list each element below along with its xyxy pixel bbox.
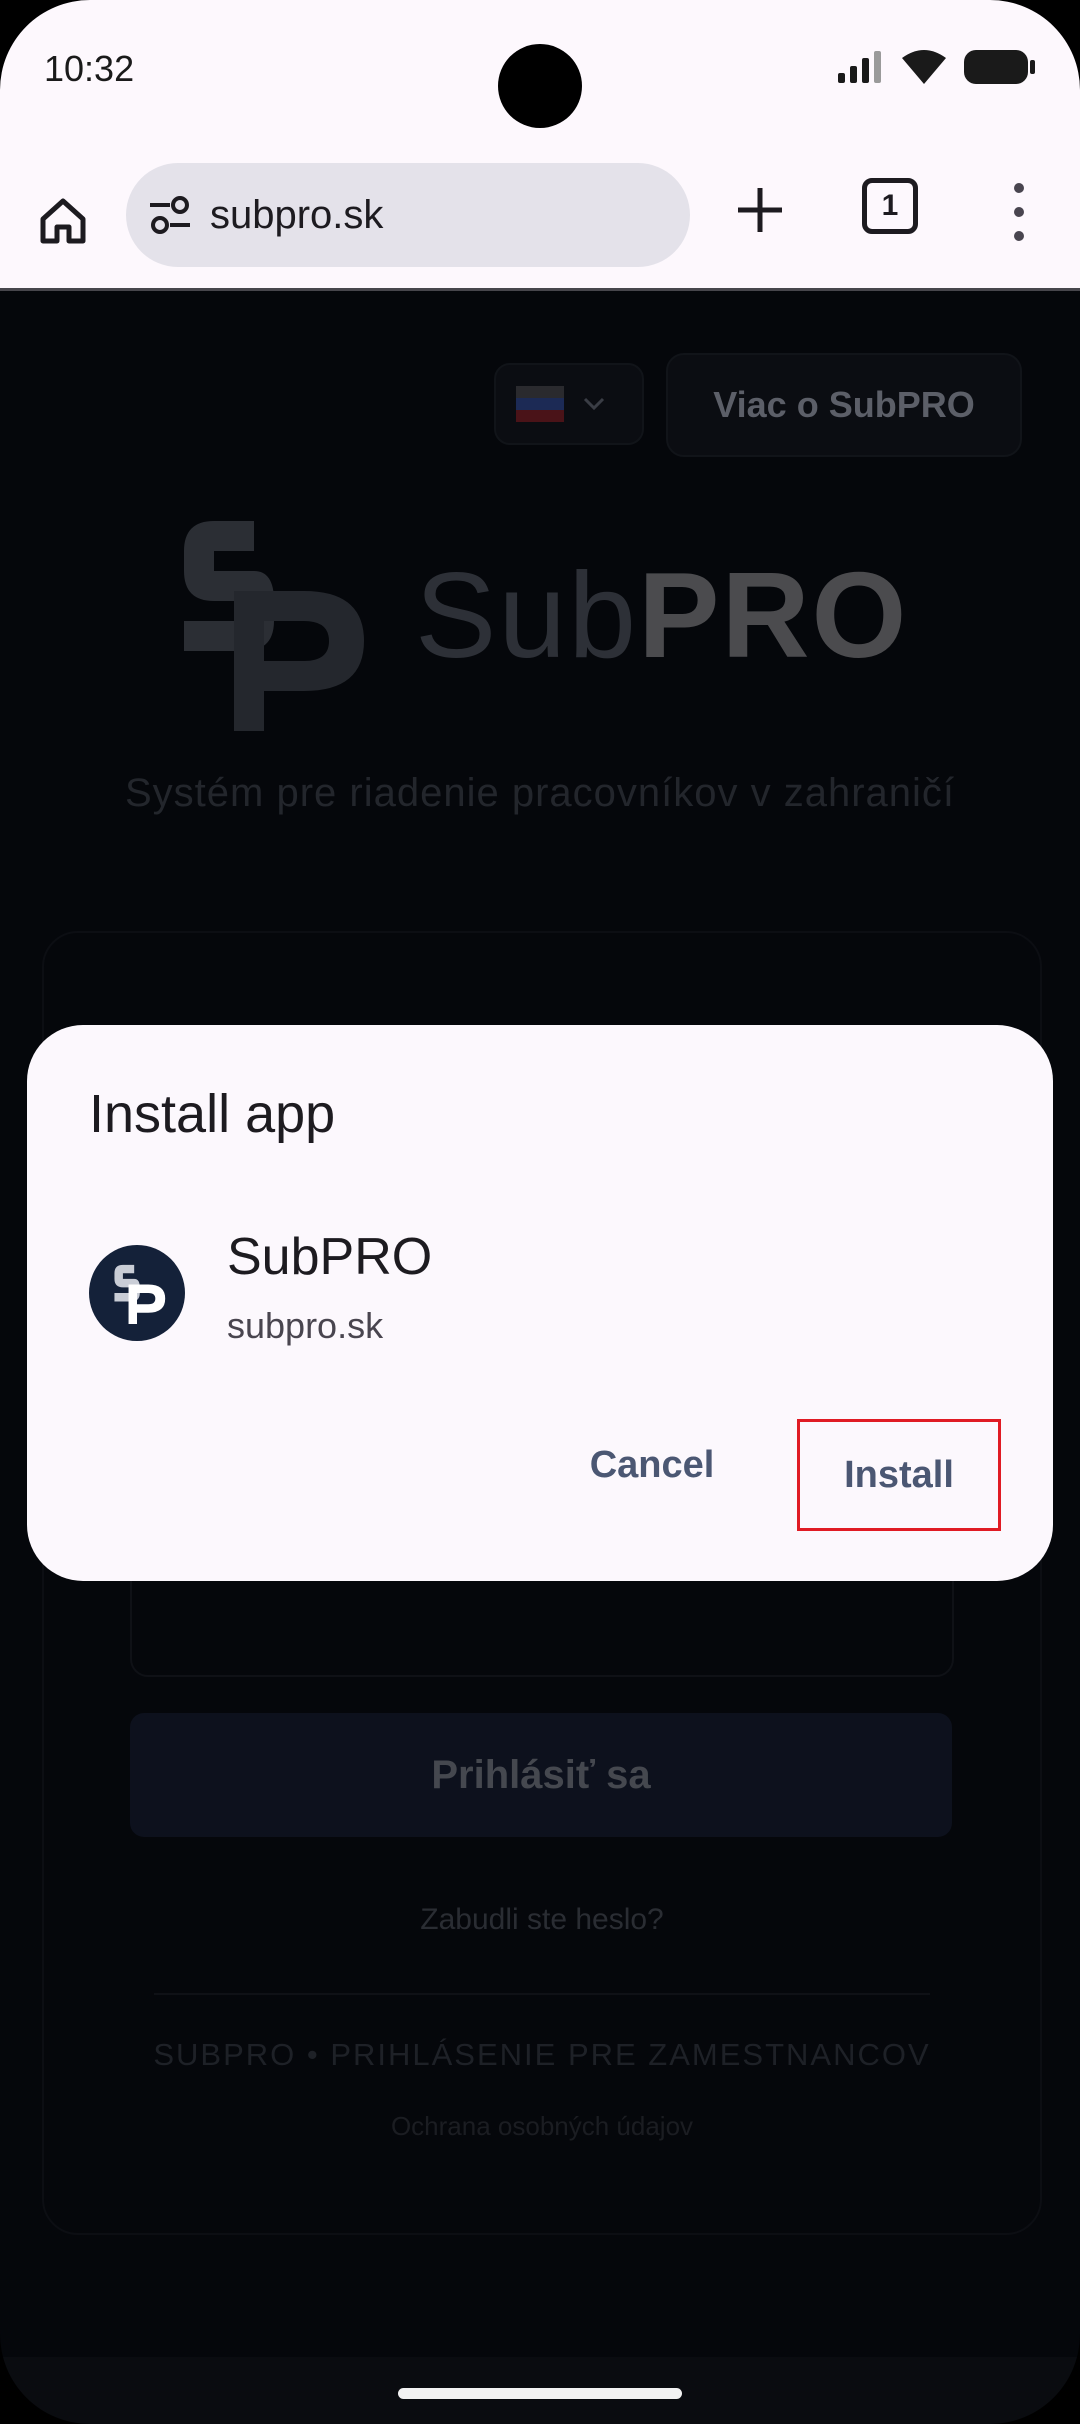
cancel-button[interactable]: Cancel: [547, 1425, 757, 1505]
dialog-title: Install app: [89, 1084, 336, 1144]
app-icon: [89, 1245, 185, 1341]
tagline: Systém pre riadenie pracovníkov v zahran…: [124, 771, 956, 815]
subpro-logo-icon: [184, 521, 364, 731]
gesture-handle[interactable]: [398, 2388, 682, 2399]
divider: [154, 1993, 930, 1995]
privacy-link[interactable]: Ochrana osobných údajov: [44, 2111, 1040, 2142]
url-text[interactable]: subpro.sk: [210, 193, 383, 238]
install-button[interactable]: Install: [797, 1419, 1001, 1531]
install-app-dialog: Install app SubPRO subpro.sk Cancel Inst…: [27, 1025, 1053, 1581]
status-bar: 10:32: [0, 0, 1080, 150]
home-button[interactable]: [30, 188, 96, 254]
new-tab-icon[interactable]: [730, 180, 790, 240]
overflow-menu-icon[interactable]: [1004, 180, 1034, 244]
app-url: subpro.sk: [227, 1305, 384, 1346]
battery-icon: [964, 50, 1035, 84]
site-settings-icon[interactable]: [148, 193, 192, 237]
status-icons: [838, 50, 1036, 84]
address-bar[interactable]: subpro.sk: [126, 163, 690, 267]
about-subpro-button[interactable]: Viac o SubPRO: [666, 353, 1022, 457]
browser-toolbar: subpro.sk 1: [0, 150, 1080, 291]
camera-cutout: [498, 44, 582, 128]
language-selector[interactable]: [494, 363, 644, 445]
wifi-icon: [902, 50, 946, 84]
subpro-logo-icon: [114, 1264, 166, 1324]
logo-text-light: Sub: [415, 547, 639, 683]
footer-title: SUBPRO • PRIHLÁSENIE PRE ZAMESTNANCOV: [153, 2037, 931, 2072]
logo-text-bold: PRO: [638, 547, 909, 683]
status-time: 10:32: [44, 48, 135, 89]
tab-switcher-button[interactable]: 1: [862, 178, 918, 234]
logo-wordmark: SubPRO: [415, 545, 908, 685]
slovak-flag-icon: [516, 386, 564, 422]
login-button[interactable]: Prihlásiť sa: [130, 1713, 952, 1837]
chevron-down-icon: [583, 397, 605, 411]
signal-icon: [838, 51, 881, 83]
forgot-password-link[interactable]: Zabudli ste heslo?: [44, 1903, 1040, 1937]
app-name: SubPRO: [227, 1228, 433, 1286]
home-icon: [40, 198, 86, 244]
